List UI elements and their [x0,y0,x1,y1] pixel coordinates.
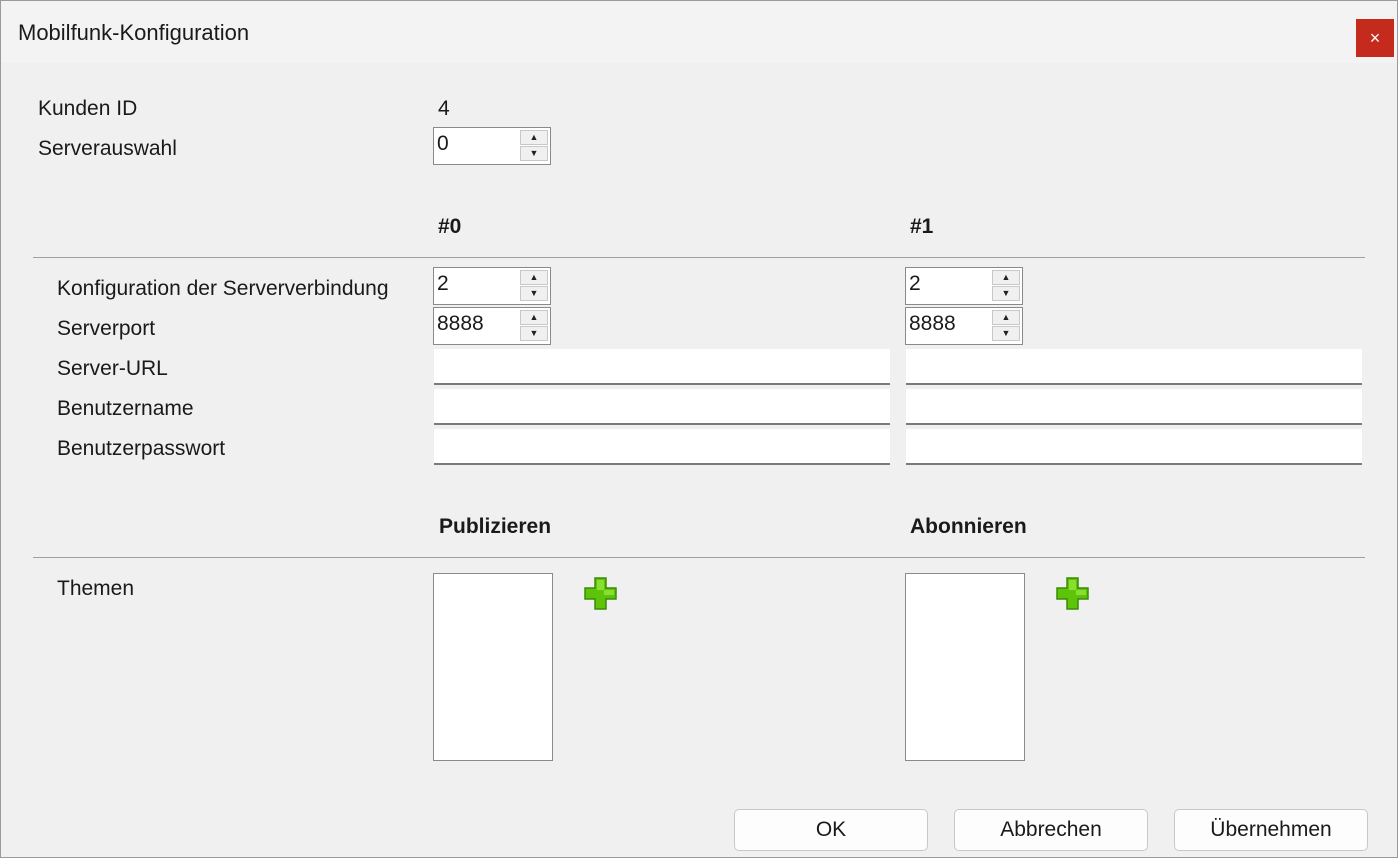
arrow-up-icon: ▲ [529,132,539,142]
username-label: Benutzername [57,397,194,420]
server-port-spinner-0[interactable]: 8888 ▲ ▼ [433,307,551,345]
column-header-0: #0 [438,215,462,238]
subscribe-topics-list[interactable] [905,573,1025,761]
arrow-up-icon: ▲ [529,312,539,322]
spin-down-button[interactable]: ▼ [992,326,1020,341]
separator-servers [33,257,1365,258]
dialog-window: Mobilfunk-Konfiguration × Kunden ID 4 Se… [0,0,1398,858]
username-input-0[interactable] [434,389,890,425]
connection-config-label: Konfiguration der Serververbindung [57,277,389,300]
server-url-input-0[interactable] [434,349,890,385]
customer-id-value: 4 [438,97,450,120]
publish-topics-list[interactable] [433,573,553,761]
customer-id-label: Kunden ID [38,97,138,120]
separator-topics [33,557,1365,558]
password-input-1[interactable] [906,429,1362,465]
password-input-0[interactable] [434,429,890,465]
spin-up-button[interactable]: ▲ [992,270,1020,285]
connection-config-spinner-1[interactable]: 2 ▲ ▼ [905,267,1023,305]
window-title: Mobilfunk-Konfiguration [18,20,250,45]
server-url-input-1[interactable] [906,349,1362,385]
server-port-label: Serverport [57,317,156,340]
add-publish-topic-button[interactable] [584,577,618,611]
server-url-label: Server-URL [57,357,168,380]
spin-down-button[interactable]: ▼ [520,286,548,301]
arrow-down-icon: ▼ [1001,328,1011,338]
server-port-spinner-1[interactable]: 8888 ▲ ▼ [905,307,1023,345]
server-selection-spinner[interactable]: 0 ▲ ▼ [433,127,551,165]
ok-button-label: OK [815,818,847,841]
spin-down-button[interactable]: ▼ [520,146,548,161]
spin-up-button[interactable]: ▲ [520,310,548,325]
spin-up-button[interactable]: ▲ [520,270,548,285]
cancel-button[interactable]: Abbrechen [954,809,1148,851]
arrow-down-icon: ▼ [529,288,539,298]
cancel-button-label: Abbrechen [1000,818,1102,841]
server-selection-value[interactable]: 0 [437,132,449,156]
server-port-value-0[interactable]: 8888 [437,312,484,336]
close-icon: × [1369,27,1381,48]
topics-label: Themen [57,577,135,600]
connection-config-value-1[interactable]: 2 [909,272,921,296]
publish-header: Publizieren [439,515,552,538]
arrow-down-icon: ▼ [529,148,539,158]
apply-button[interactable]: Übernehmen [1174,809,1368,851]
apply-button-label: Übernehmen [1210,818,1332,841]
column-header-1: #1 [910,215,934,238]
arrow-down-icon: ▼ [1001,288,1011,298]
connection-config-spinner-0[interactable]: 2 ▲ ▼ [433,267,551,305]
arrow-up-icon: ▲ [1001,272,1011,282]
spin-down-button[interactable]: ▼ [992,286,1020,301]
spin-up-button[interactable]: ▲ [520,130,548,145]
close-button[interactable]: × [1356,19,1394,57]
add-subscribe-topic-button[interactable] [1056,577,1090,611]
connection-config-value-0[interactable]: 2 [437,272,449,296]
username-input-1[interactable] [906,389,1362,425]
arrow-up-icon: ▲ [529,272,539,282]
title-bar: Mobilfunk-Konfiguration × [1,1,1397,63]
arrow-up-icon: ▲ [1001,312,1011,322]
subscribe-header: Abonnieren [910,515,1027,538]
server-port-value-1[interactable]: 8888 [909,312,956,336]
password-label: Benutzerpasswort [57,437,226,460]
spin-down-button[interactable]: ▼ [520,326,548,341]
spin-up-button[interactable]: ▲ [992,310,1020,325]
server-selection-label: Serverauswahl [38,137,177,160]
plus-icon [1056,577,1089,610]
arrow-down-icon: ▼ [529,328,539,338]
plus-icon [584,577,617,610]
ok-button[interactable]: OK [734,809,928,851]
